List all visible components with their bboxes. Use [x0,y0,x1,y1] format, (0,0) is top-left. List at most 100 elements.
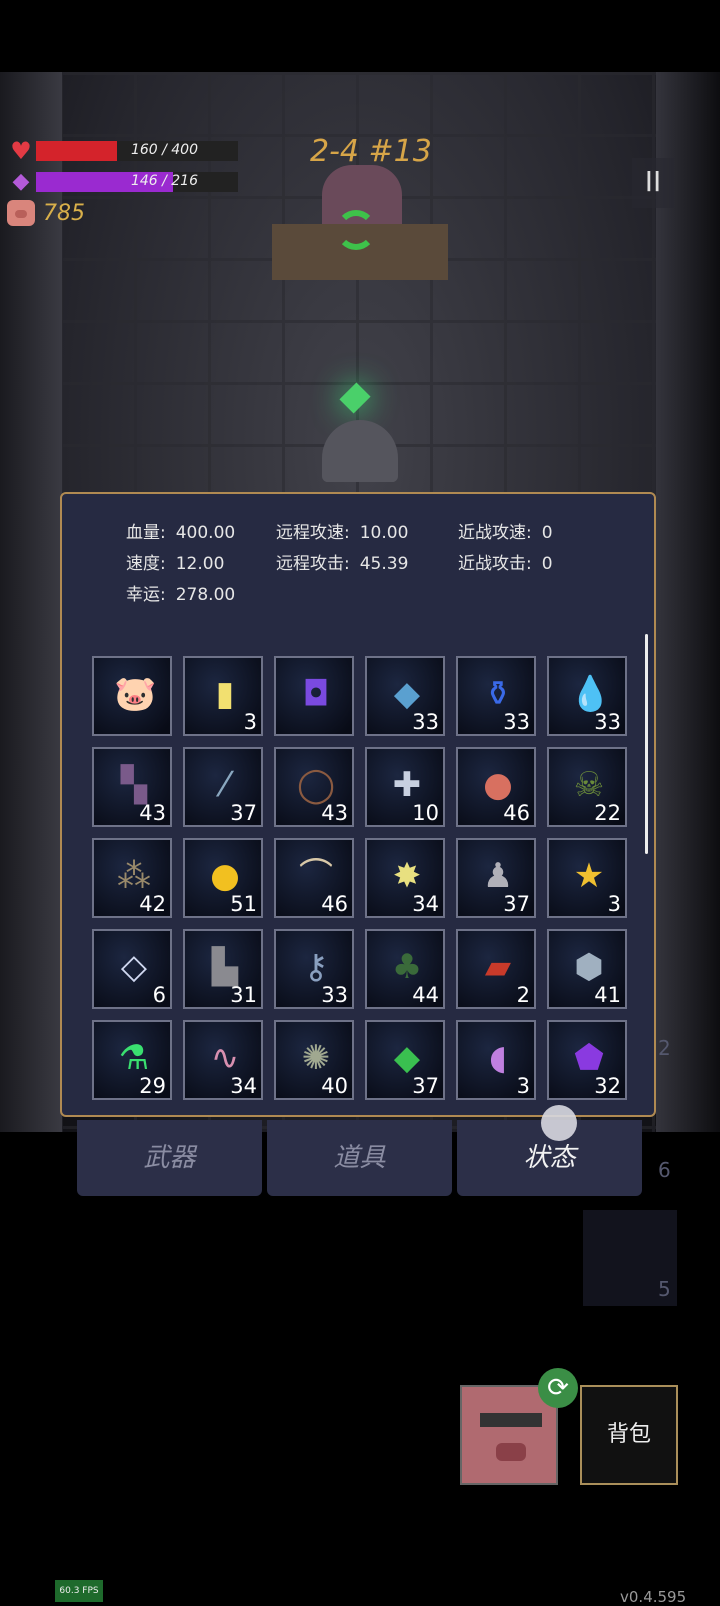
item-slot-purple-boots[interactable]: ▚ 43 [92,747,172,827]
item-count: 37 [503,892,530,916]
item-slot-octopus[interactable]: ✺ 40 [274,1020,354,1100]
stat-label: 幸运: [126,585,166,605]
headband [480,1413,542,1427]
item-slot-silver-gem[interactable]: ◇ 6 [92,929,172,1009]
item-slot-ghost-statue[interactable]: ♟ 37 [456,838,536,918]
item-count: 46 [503,801,530,825]
item-slot-purple-crystal[interactable]: ⬟ 32 [547,1020,627,1100]
item-count: 33 [503,710,530,734]
item-count: 33 [412,710,439,734]
item-slot-green-crystal[interactable]: ◆ 37 [365,1020,445,1100]
item-count: 22 [594,801,621,825]
purple-rune-icon: ◘ [302,674,330,714]
item-slot-rocks[interactable]: ⁂ 42 [92,838,172,918]
item-count: 2 [516,983,530,1007]
stat-label: 近战攻击: [458,554,532,574]
item-count: 32 [594,1074,621,1098]
red-book-icon: ▰ [484,947,512,987]
item-count: 37 [230,801,257,825]
item-count: 3 [516,1074,530,1098]
horn-icon: ⌒ [299,856,333,896]
item-slot-star-bomb[interactable]: ✸ 34 [365,838,445,918]
touch-cursor [541,1105,577,1141]
item-slot-skull-book[interactable]: ☠ 22 [547,747,627,827]
item-slot-thorn-crown[interactable]: ◯ 43 [274,747,354,827]
item-slot-green-flask[interactable]: ⚗ 29 [92,1020,172,1100]
worm-icon: ∿ [210,1038,240,1078]
item-slot-purple-slime[interactable]: ◖ 3 [456,1020,536,1100]
stat-melee-attack: 近战攻击: 0 [458,549,553,574]
mana-row: ◆ 146 / 216 [8,169,238,195]
item-count: 10 [412,801,439,825]
level-indicator: 2-4 #13 [310,134,432,169]
ghost-statue-icon: ♟ [482,856,514,896]
tab-weapons[interactable]: 武器 [77,1120,262,1196]
item-slot-blue-potion[interactable]: ⚱ 33 [456,656,536,736]
stat-value: 400.00 [175,523,236,543]
stat-value: 12.00 [175,554,225,574]
item-count: 34 [412,892,439,916]
item-slot-stone[interactable]: ⬢ 41 [547,929,627,1009]
backpack-button[interactable]: 背包 [580,1385,678,1485]
hp-bar-fill [36,141,117,161]
stone-icon: ⬢ [574,947,604,987]
item-slot-blue-book[interactable]: ◆ 33 [365,656,445,736]
pig-coin-icon [7,200,35,226]
item-slot-piggy-bank[interactable]: 🐷 [92,656,172,736]
gold-coin-icon: ● [210,856,240,896]
hp-row: ♥ 160 / 400 [8,138,238,164]
medkit-icon: ✚ [392,765,422,805]
coins-row: 785 [7,200,85,226]
stat-value: 0 [541,554,553,574]
left-wall [0,72,62,1132]
item-count: 43 [321,801,348,825]
item-slot-horn[interactable]: ⌒ 46 [274,838,354,918]
stat-speed: 速度: 12.00 [126,549,224,574]
item-slot-apple[interactable]: ● 46 [456,747,536,827]
item-slot-water-drop[interactable]: 💧 33 [547,656,627,736]
stat-label: 速度: [126,554,166,574]
mana-text: 146 / 216 [130,173,198,189]
yellow-card-icon: ▮ [215,674,235,714]
stat-hp: 血量: 400.00 [126,518,235,543]
item-count: 29 [139,1074,166,1098]
thorn-crown-icon: ◯ [296,765,336,805]
item-slot-clover[interactable]: ♣ 44 [365,929,445,1009]
item-count: 33 [321,983,348,1007]
item-slot-yellow-card[interactable]: ▮ 3 [183,656,263,736]
stat-value: 0 [541,523,553,543]
item-slot-key[interactable]: ⚷ 33 [274,929,354,1009]
green-flask-icon: ⚗ [118,1038,150,1078]
purple-boots-icon: ▚ [120,765,148,805]
swap-icon[interactable] [336,210,376,250]
right-wall [656,72,720,1132]
item-slot-glass-vial[interactable]: ⁄ 37 [183,747,263,827]
item-count: 42 [139,892,166,916]
side-count: 2 [658,1036,671,1060]
refresh-icon[interactable]: ⟳ [538,1368,578,1408]
scrollbar[interactable] [645,634,648,854]
purple-slime-icon: ◖ [489,1038,507,1078]
stat-melee-speed: 近战攻速: 0 [458,518,553,543]
pause-button[interactable]: II [632,158,674,208]
item-slot-gold-coin[interactable]: ● 51 [183,838,263,918]
stat-label: 血量: [126,523,166,543]
item-count: 46 [321,892,348,916]
item-count: 43 [139,801,166,825]
stat-label: 近战攻速: [458,523,532,543]
item-count: 44 [412,983,439,1007]
item-slot-medkit[interactable]: ✚ 10 [365,747,445,827]
blue-book-icon: ◆ [393,674,421,714]
hp-bar: 160 / 400 [36,141,238,161]
water-drop-icon: 💧 [569,674,612,714]
stat-ranged-speed: 远程攻速: 10.00 [276,518,408,543]
item-slot-purple-rune[interactable]: ◘ [274,656,354,736]
item-slot-worm[interactable]: ∿ 34 [183,1020,263,1100]
item-count: 3 [607,892,621,916]
tab-items[interactable]: 道具 [267,1120,452,1196]
stat-label: 远程攻击: [276,554,350,574]
item-slot-red-book[interactable]: ▰ 2 [456,929,536,1009]
item-slot-tombstone[interactable]: ▙ 31 [183,929,263,1009]
stat-value: 278.00 [175,585,236,605]
item-slot-star-trophy[interactable]: ★ 3 [547,838,627,918]
